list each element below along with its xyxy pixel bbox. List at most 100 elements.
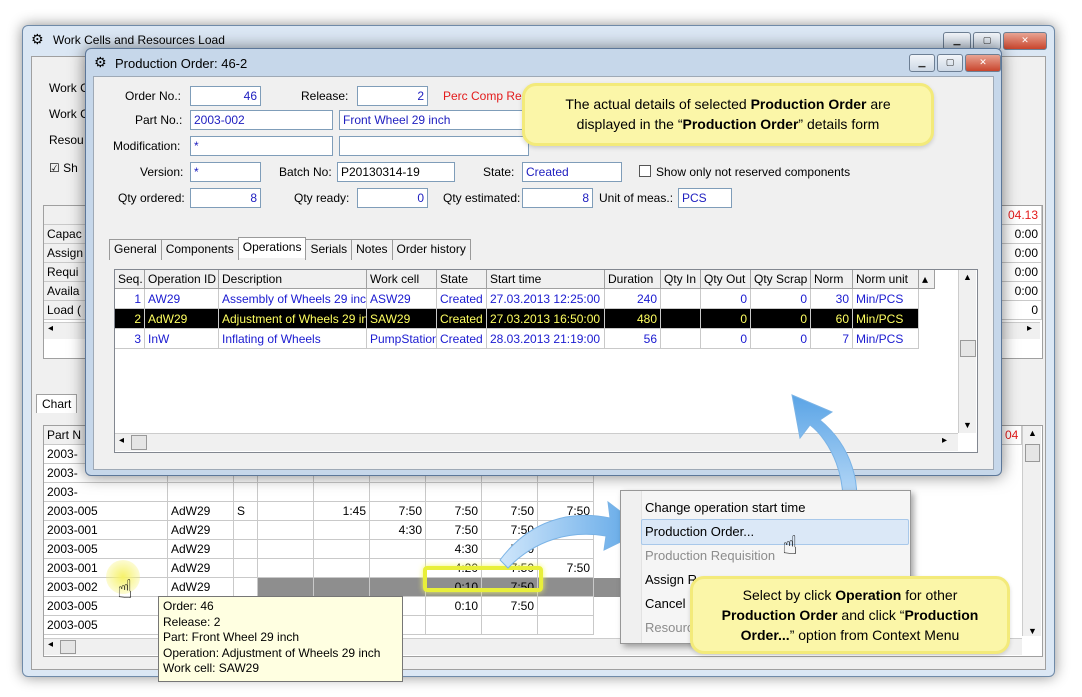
load-cell[interactable] xyxy=(426,616,482,635)
grid-cell[interactable]: Adjustment of Wheels 29 inc xyxy=(219,309,367,329)
load-cell[interactable] xyxy=(538,597,594,616)
load-cell[interactable]: 1:45 xyxy=(314,502,370,521)
grid-cell[interactable]: Assembly of Wheels 29 inch xyxy=(219,289,367,309)
load-cell[interactable]: 2003-005 xyxy=(44,502,168,521)
grid-cell[interactable]: ASW29 xyxy=(367,289,437,309)
column-header[interactable]: State xyxy=(437,270,487,289)
part-name-field[interactable]: Front Wheel 29 inch xyxy=(339,110,529,130)
grid-cell[interactable]: 0 xyxy=(701,329,751,349)
scroll-down-icon[interactable]: ▼ xyxy=(963,420,972,430)
scroll-up-icon[interactable]: ▲ xyxy=(963,272,972,282)
load-cell[interactable] xyxy=(314,559,370,578)
grid-cell[interactable]: 7 xyxy=(811,329,853,349)
grid-cell[interactable]: 0 xyxy=(701,289,751,309)
grid-cell[interactable]: Min/PCS xyxy=(853,309,919,329)
tab-order-history[interactable]: Order history xyxy=(391,239,471,260)
menu-item-change-start-time[interactable]: Change operation start time xyxy=(645,500,805,515)
menu-item-cancel[interactable]: Cancel r xyxy=(645,596,693,611)
load-cell[interactable]: 7:50 xyxy=(426,502,482,521)
load-cell[interactable]: 2003-005 xyxy=(44,597,168,616)
part-no-field[interactable]: 2003-002 xyxy=(190,110,333,130)
unit-field[interactable]: PCS xyxy=(678,188,732,208)
load-cell[interactable]: 4:30 xyxy=(426,540,482,559)
grid-cell[interactable]: InW xyxy=(145,329,219,349)
load-cell[interactable]: AdW29 xyxy=(168,540,234,559)
load-cell[interactable] xyxy=(314,483,370,502)
tab-chart[interactable]: Chart xyxy=(36,394,78,413)
load-cell[interactable] xyxy=(370,578,426,597)
grid-cell[interactable]: PumpStation xyxy=(367,329,437,349)
grid-cell[interactable]: Min/PCS xyxy=(853,329,919,349)
grid-cell[interactable]: 60 xyxy=(811,309,853,329)
column-header[interactable]: Qty In xyxy=(661,270,701,289)
column-header[interactable]: Qty Scrap xyxy=(751,270,811,289)
column-header[interactable]: Operation ID xyxy=(145,270,219,289)
load-cell[interactable]: AdW29 xyxy=(168,578,234,597)
load-cell[interactable]: AdW29 xyxy=(168,521,234,540)
tab-operations[interactable]: Operations xyxy=(237,237,307,258)
scroll-thumb[interactable] xyxy=(960,340,976,357)
load-cell[interactable] xyxy=(258,578,314,597)
maximize-button[interactable]: ▢ xyxy=(937,54,963,72)
show-checkbox[interactable]: ☑ Sh xyxy=(49,161,78,175)
grid-cell[interactable] xyxy=(661,329,701,349)
grid-cell[interactable]: 56 xyxy=(605,329,661,349)
load-cell[interactable]: AdW29 xyxy=(168,502,234,521)
menu-item-production-requisition[interactable]: Production Requisition xyxy=(645,548,775,563)
modification-field[interactable]: * xyxy=(190,136,333,156)
load-cell[interactable]: S xyxy=(234,502,258,521)
grid-cell[interactable]: Min/PCS xyxy=(853,289,919,309)
scroll-down-icon[interactable]: ▼ xyxy=(1028,626,1037,636)
load-cell[interactable] xyxy=(426,483,482,502)
load-cell[interactable] xyxy=(234,521,258,540)
load-cell[interactable]: 2003-005 xyxy=(44,540,168,559)
load-cell[interactable]: 0:10 xyxy=(426,597,482,616)
scroll-left-icon[interactable]: ◂ xyxy=(119,435,124,446)
menu-item-production-order[interactable]: Production Order... xyxy=(645,524,754,539)
grid-cell[interactable]: 27.03.2013 12:25:00 xyxy=(487,289,605,309)
load-cell[interactable]: 7:50 xyxy=(370,502,426,521)
load-cell[interactable]: 2003- xyxy=(44,483,168,502)
load-cell[interactable] xyxy=(314,521,370,540)
scroll-right-icon[interactable]: ▸ xyxy=(942,435,947,446)
load-cell[interactable] xyxy=(370,559,426,578)
scroll-left-icon[interactable]: ◂ xyxy=(48,323,53,334)
grid-cell[interactable]: 0 xyxy=(701,309,751,329)
state-field[interactable]: Created xyxy=(522,162,622,182)
load-cell[interactable]: 7:50 xyxy=(426,521,482,540)
show-only-checkbox[interactable]: Show only not reserved components xyxy=(639,165,850,179)
load-cell[interactable] xyxy=(258,483,314,502)
qty-ready-field[interactable]: 0 xyxy=(357,188,428,208)
grid-cell[interactable]: 27.03.2013 16:50:00 xyxy=(487,309,605,329)
column-header[interactable]: Description xyxy=(219,270,367,289)
column-header[interactable]: Duration xyxy=(605,270,661,289)
modification-desc-field[interactable] xyxy=(339,136,529,156)
menu-item-resource[interactable]: Resourc xyxy=(645,620,693,635)
order-no-field[interactable]: 46 xyxy=(190,86,261,106)
grid-cell[interactable]: Created xyxy=(437,309,487,329)
grid-cell[interactable]: 30 xyxy=(811,289,853,309)
hscroll-thumb[interactable] xyxy=(131,435,147,450)
grid-cell[interactable]: 0 xyxy=(751,309,811,329)
qty-estimated-field[interactable]: 8 xyxy=(522,188,593,208)
load-cell[interactable] xyxy=(234,559,258,578)
load-cell[interactable] xyxy=(234,578,258,597)
load-cell[interactable] xyxy=(258,521,314,540)
column-header[interactable]: Start time xyxy=(487,270,605,289)
scroll-up-icon[interactable]: ▲ xyxy=(1028,428,1037,438)
vertical-scrollbar[interactable]: ▲ ▼ xyxy=(958,270,976,433)
load-cell[interactable]: 2003-005 xyxy=(44,616,168,635)
grid-cell[interactable]: 0 xyxy=(751,289,811,309)
checkbox-box[interactable] xyxy=(639,165,651,177)
version-field[interactable]: * xyxy=(190,162,261,182)
load-cell[interactable]: 4:30 xyxy=(370,521,426,540)
grid-cell[interactable] xyxy=(661,309,701,329)
batch-field[interactable]: P20130314-19 xyxy=(337,162,455,182)
close-button[interactable]: ✕ xyxy=(1003,32,1047,50)
load-cell[interactable]: 2003-001 xyxy=(44,521,168,540)
release-field[interactable]: 2 xyxy=(357,86,428,106)
hscroll-thumb[interactable] xyxy=(60,640,76,654)
load-cell[interactable] xyxy=(258,559,314,578)
load-cell[interactable]: AdW29 xyxy=(168,559,234,578)
load-cell[interactable] xyxy=(258,502,314,521)
